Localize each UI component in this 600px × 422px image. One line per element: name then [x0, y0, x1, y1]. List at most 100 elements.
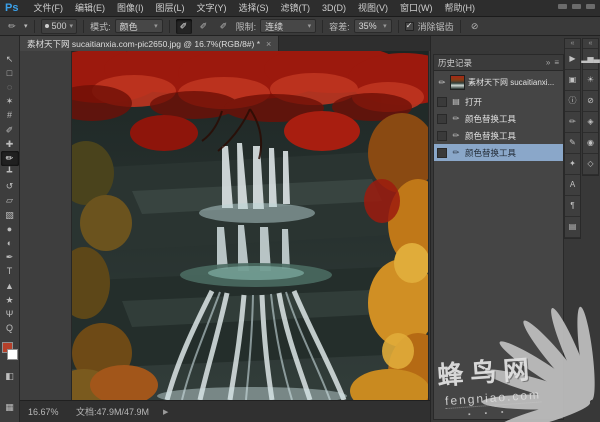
pen-tool[interactable]: ✒: [1, 251, 19, 265]
menu-edit[interactable]: 编辑(E): [69, 0, 111, 17]
panel-icon-strip-left: « ▶ ▣ ⓘ ✏ ✎ ✦ A ¶ ▤: [564, 38, 581, 239]
sampling-continuous-button[interactable]: ✐: [176, 19, 192, 34]
menu-layer[interactable]: 图层(L): [149, 0, 190, 17]
clone-source-panel-button[interactable]: ▣: [565, 70, 580, 91]
quick-mask-button[interactable]: ◧: [1, 370, 19, 384]
history-source-checkbox[interactable]: [437, 131, 447, 141]
history-step-color-replace-1[interactable]: ✏ 颜色替换工具: [434, 110, 563, 127]
zoom-tool[interactable]: Q: [1, 322, 19, 336]
history-brush-tool[interactable]: ↺: [1, 180, 19, 194]
canvas-area[interactable]: [20, 51, 430, 400]
antialias-label: 消除锯齿: [418, 20, 454, 33]
clone-stamp-tool[interactable]: ┻: [1, 166, 19, 180]
hand-tool[interactable]: Ψ: [1, 307, 19, 321]
healing-brush-icon: ✚: [6, 140, 14, 149]
history-step-color-replace-3[interactable]: ✏ 颜色替换工具: [434, 144, 563, 161]
type-tool[interactable]: T: [1, 265, 19, 279]
blur-tool[interactable]: ●: [1, 222, 19, 236]
paragraph-panel-button[interactable]: ¶: [565, 196, 580, 217]
history-snapshot-row[interactable]: ✏ 素材天下网 sucaitianxi...: [434, 71, 563, 93]
healing-brush-tool[interactable]: ✚: [1, 137, 19, 151]
close-button[interactable]: [586, 4, 595, 9]
mode-select[interactable]: 颜色 ▾: [115, 19, 163, 33]
history-source-checkbox[interactable]: [437, 148, 447, 158]
menu-select[interactable]: 选择(S): [232, 0, 274, 17]
sampling-background-button[interactable]: ✐: [216, 19, 232, 34]
status-flyout-icon[interactable]: ▶: [163, 408, 168, 416]
tool-preset-picker[interactable]: ✏: [4, 19, 20, 34]
menu-file[interactable]: 文件(F): [27, 0, 69, 17]
move-icon: ↖: [6, 55, 14, 64]
color-swatches: [1, 342, 19, 364]
notes-panel-button[interactable]: ▤: [565, 217, 580, 238]
menu-window[interactable]: 窗口(W): [394, 0, 439, 17]
dodge-tool[interactable]: ◐: [1, 236, 19, 250]
tab-close-icon[interactable]: ×: [266, 39, 271, 49]
character-panel-button[interactable]: A: [565, 175, 580, 196]
actions-panel-button[interactable]: ▶: [565, 49, 580, 70]
screen-mode-icon: ▦: [5, 403, 14, 412]
maximize-button[interactable]: [572, 4, 581, 9]
styles-panel-button[interactable]: ⊘: [583, 91, 598, 112]
sampling-once-button[interactable]: ✐: [196, 19, 212, 34]
marquee-tool[interactable]: □: [1, 66, 19, 80]
panel-menu-icon[interactable]: ≡: [554, 58, 559, 67]
magic-wand-tool[interactable]: ✶: [1, 95, 19, 109]
tablet-pressure-button[interactable]: ⊘: [467, 19, 483, 34]
eraser-tool[interactable]: ▱: [1, 194, 19, 208]
info-icon: ⓘ: [569, 97, 577, 105]
screen-mode-button[interactable]: ▦: [1, 401, 19, 415]
gradient-tool[interactable]: ▧: [1, 208, 19, 222]
zoom-level-field[interactable]: 16.67%: [28, 407, 62, 417]
window-controls: [558, 4, 595, 9]
brush-presets-panel-button[interactable]: ✎: [565, 133, 580, 154]
path-selection-tool[interactable]: ▲: [1, 279, 19, 293]
adjustments-panel-button[interactable]: ☀: [583, 70, 598, 91]
minimize-button[interactable]: [558, 4, 567, 9]
layers-panel-button[interactable]: ◈: [583, 112, 598, 133]
notes-icon: ▤: [569, 223, 577, 231]
chevron-down-icon: ▾: [154, 22, 158, 30]
separator: [169, 20, 170, 33]
brush-size-picker[interactable]: 500 ▾: [41, 19, 78, 34]
history-source-icon[interactable]: ✏: [437, 77, 447, 87]
collapse-panel-icon[interactable]: »: [546, 58, 550, 67]
background-color-swatch[interactable]: [7, 349, 18, 360]
history-step-open[interactable]: ▤ 打开: [434, 93, 563, 110]
canvas-image[interactable]: [72, 51, 428, 400]
menu-filter[interactable]: 滤镜(T): [274, 0, 316, 17]
color-replacement-brush-tool[interactable]: ✏: [1, 151, 19, 165]
history-step-label: 颜色替换工具: [465, 130, 516, 142]
channels-panel-button[interactable]: ◉: [583, 133, 598, 154]
panel-icon-strip-right: « ▂▅▃ ☀ ⊘ ◈ ◉ ◇: [582, 38, 599, 176]
history-source-checkbox[interactable]: [437, 114, 447, 124]
history-source-checkbox[interactable]: [437, 97, 447, 107]
history-step-color-replace-2[interactable]: ✏ 颜色替换工具: [434, 127, 563, 144]
tolerance-select[interactable]: 35% ▾: [354, 19, 392, 33]
expand-dock-icon[interactable]: «: [583, 39, 598, 49]
tool-presets-panel-button[interactable]: ✦: [565, 154, 580, 175]
history-panel-tab[interactable]: 历史记录: [438, 57, 472, 69]
menu-view[interactable]: 视图(V): [352, 0, 394, 17]
menu-3d[interactable]: 3D(D): [316, 0, 352, 17]
move-tool[interactable]: ↖: [1, 52, 19, 66]
antialias-checkbox[interactable]: ✓: [405, 22, 414, 31]
eyedropper-tool[interactable]: ✐: [1, 123, 19, 137]
info-panel-button[interactable]: ⓘ: [565, 91, 580, 112]
clone-stamp-icon: ┻: [7, 168, 12, 177]
limits-select[interactable]: 连续 ▾: [260, 19, 316, 33]
menu-image[interactable]: 图像(I): [111, 0, 150, 17]
expand-dock-icon[interactable]: «: [565, 39, 580, 49]
paths-panel-button[interactable]: ◇: [583, 154, 598, 175]
crop-tool[interactable]: #: [1, 109, 19, 123]
histogram-panel-button[interactable]: ▂▅▃: [583, 49, 598, 70]
tool-preset-arrow-icon[interactable]: ▾: [24, 22, 28, 30]
menu-type[interactable]: 文字(Y): [190, 0, 232, 17]
brush-panel-button[interactable]: ✏: [565, 112, 580, 133]
history-step-label: 打开: [465, 96, 482, 108]
snapshot-thumbnail: [450, 75, 465, 90]
document-tab[interactable]: 素材天下网 sucaitianxia.com-pic2650.jpg @ 16.…: [20, 36, 279, 51]
menu-help[interactable]: 帮助(H): [438, 0, 481, 17]
lasso-tool[interactable]: ◌: [1, 80, 19, 94]
shape-tool[interactable]: ★: [1, 293, 19, 307]
